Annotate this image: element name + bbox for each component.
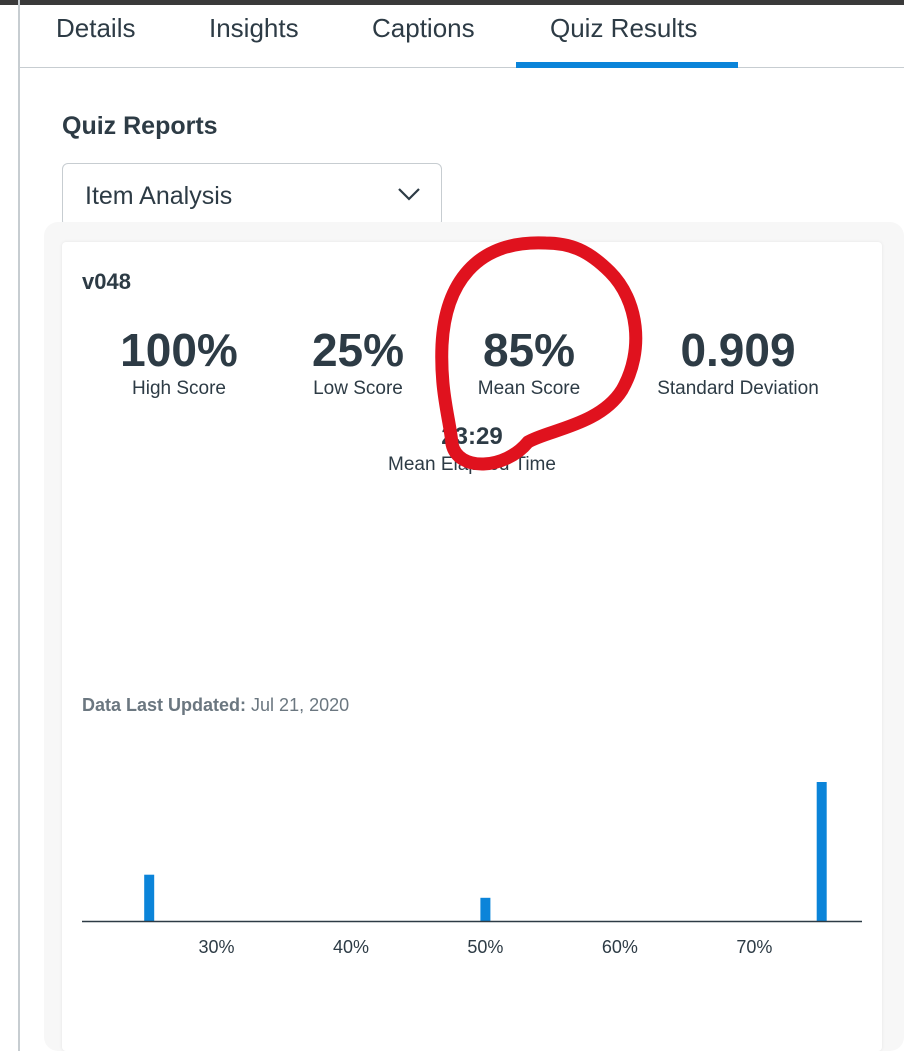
x-tick-label: 50% <box>467 937 503 957</box>
tab-details[interactable]: Details <box>56 13 135 44</box>
x-tick-label: 70% <box>736 937 772 957</box>
report-type-select[interactable]: Item Analysis <box>62 163 442 227</box>
data-last-updated-date: Jul 21, 2020 <box>251 695 350 715</box>
tab-captions[interactable]: Captions <box>372 13 475 44</box>
x-tick-label: 30% <box>198 937 234 957</box>
data-last-updated-label: Data Last Updated: <box>82 695 247 715</box>
tab-bar: Details Insights Captions Quiz Results <box>20 5 904 68</box>
panel-left-border <box>18 0 20 1051</box>
tab-insights[interactable]: Insights <box>209 13 299 44</box>
report-type-value: Item Analysis <box>85 182 233 210</box>
histogram-bar-1 <box>144 874 155 921</box>
histogram-bar-3 <box>816 782 827 921</box>
quiz-stats-card: v048 100% High Score 25% Low Score 85% M… <box>62 242 882 1051</box>
score-distribution-chart: 30% 40% 50% 60% 70% <box>82 782 862 957</box>
active-tab-indicator <box>516 62 738 68</box>
section-title: Quiz Reports <box>62 112 218 140</box>
data-last-updated: Data Last Updated: Jul 21, 2020 <box>82 695 349 716</box>
x-tick-label: 60% <box>602 937 638 957</box>
tab-quiz-results[interactable]: Quiz Results <box>550 13 697 44</box>
x-tick-label: 40% <box>333 937 369 957</box>
histogram-bar-2 <box>480 897 491 921</box>
chevron-down-icon <box>398 188 420 201</box>
